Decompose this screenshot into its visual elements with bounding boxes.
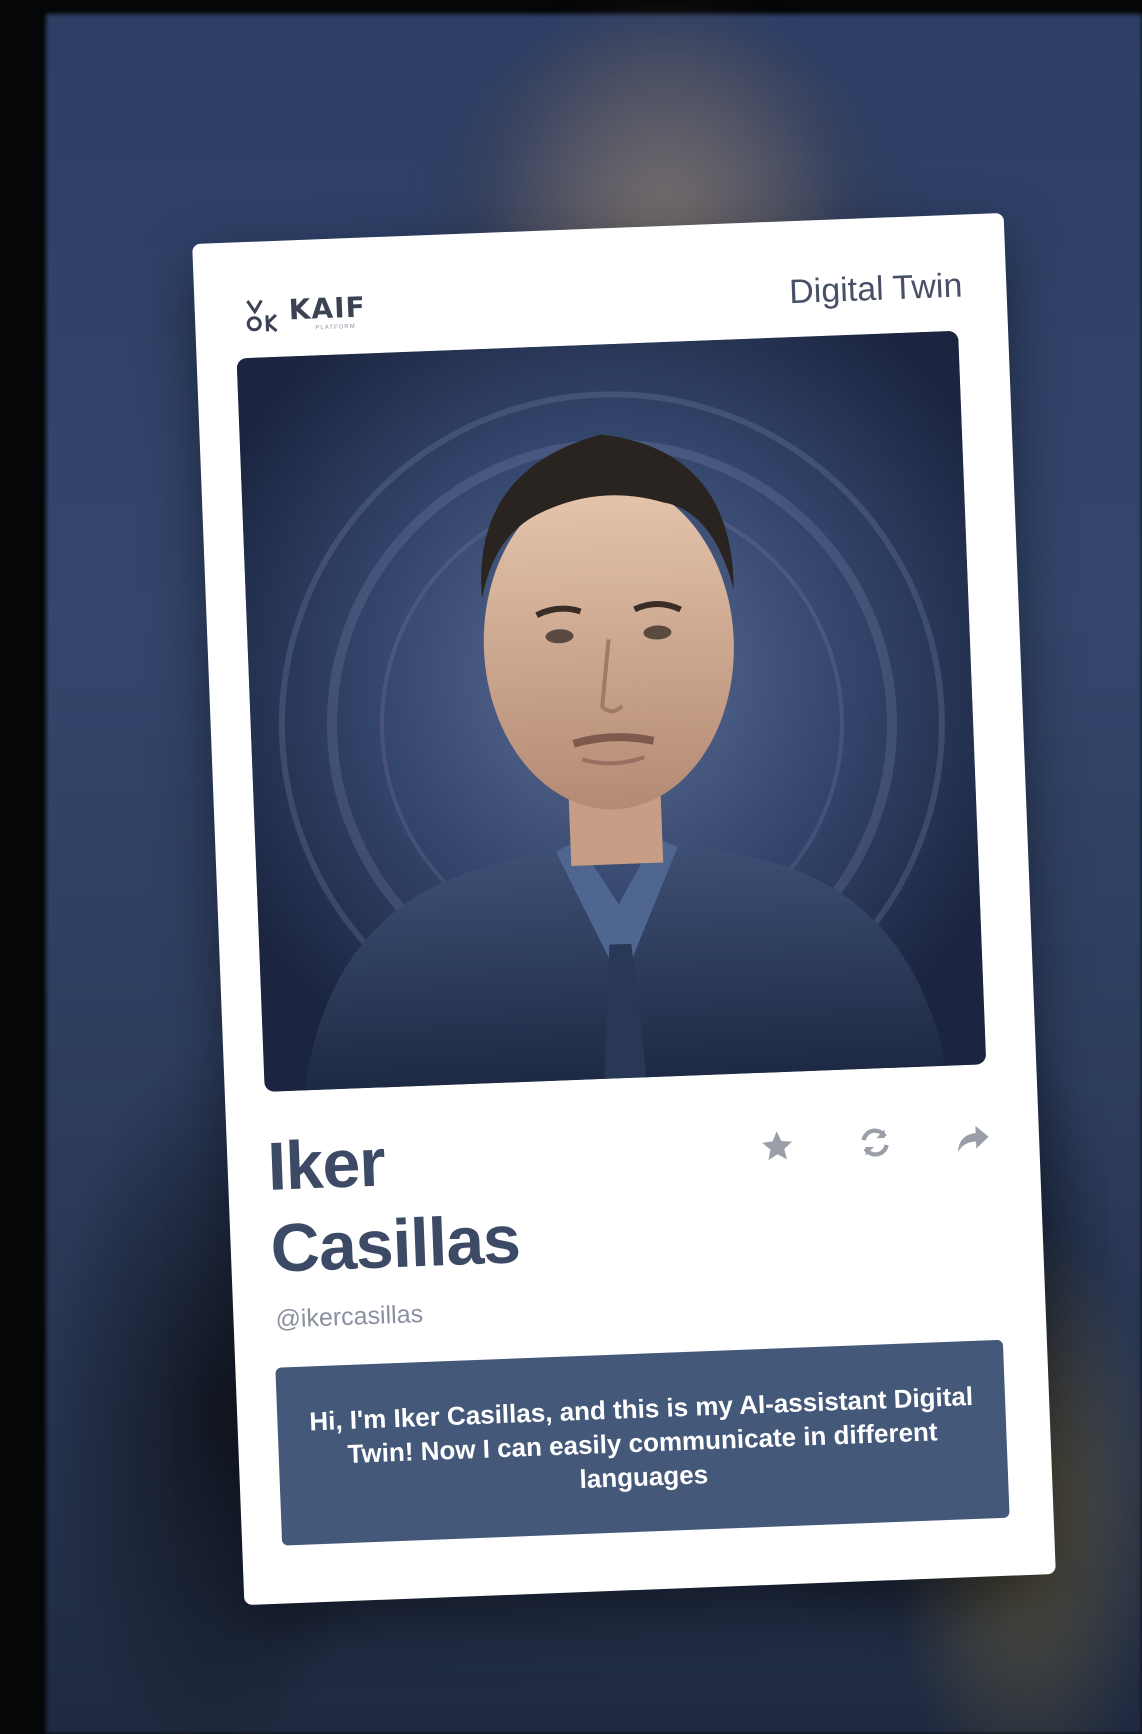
kaif-logo-icon: [244, 297, 279, 334]
star-icon: [762, 1131, 793, 1161]
profile-first-name: Iker: [266, 1124, 387, 1205]
refresh-icon: [861, 1128, 889, 1157]
scene: KAIF PLATFORM Digital Twin Iker Casillas…: [0, 0, 1142, 1734]
digital-twin-card: KAIF PLATFORM Digital Twin Iker Casillas…: [192, 212, 1056, 1606]
intro-message-text: Hi, I'm Iker Casillas, and this is my AI…: [308, 1380, 974, 1495]
digital-twin-label: Digital Twin: [788, 266, 964, 312]
brand-logo[interactable]: KAIF PLATFORM: [244, 290, 367, 334]
profile-portrait: [236, 330, 987, 1092]
profile-handle: @ikercasillas: [274, 1300, 424, 1334]
refresh-button[interactable]: [854, 1122, 896, 1164]
share-button[interactable]: [952, 1118, 994, 1160]
favorite-button[interactable]: [756, 1126, 798, 1168]
intro-message-box: Hi, I'm Iker Casillas, and this is my AI…: [275, 1339, 1010, 1546]
card-actions: [756, 1118, 993, 1167]
brand-tagline: PLATFORM: [315, 323, 356, 332]
share-icon: [957, 1125, 989, 1153]
profile-name: Iker Casillas: [266, 1116, 521, 1289]
brand-name: KAIF: [288, 290, 367, 327]
profile-last-name: Casillas: [269, 1201, 522, 1287]
